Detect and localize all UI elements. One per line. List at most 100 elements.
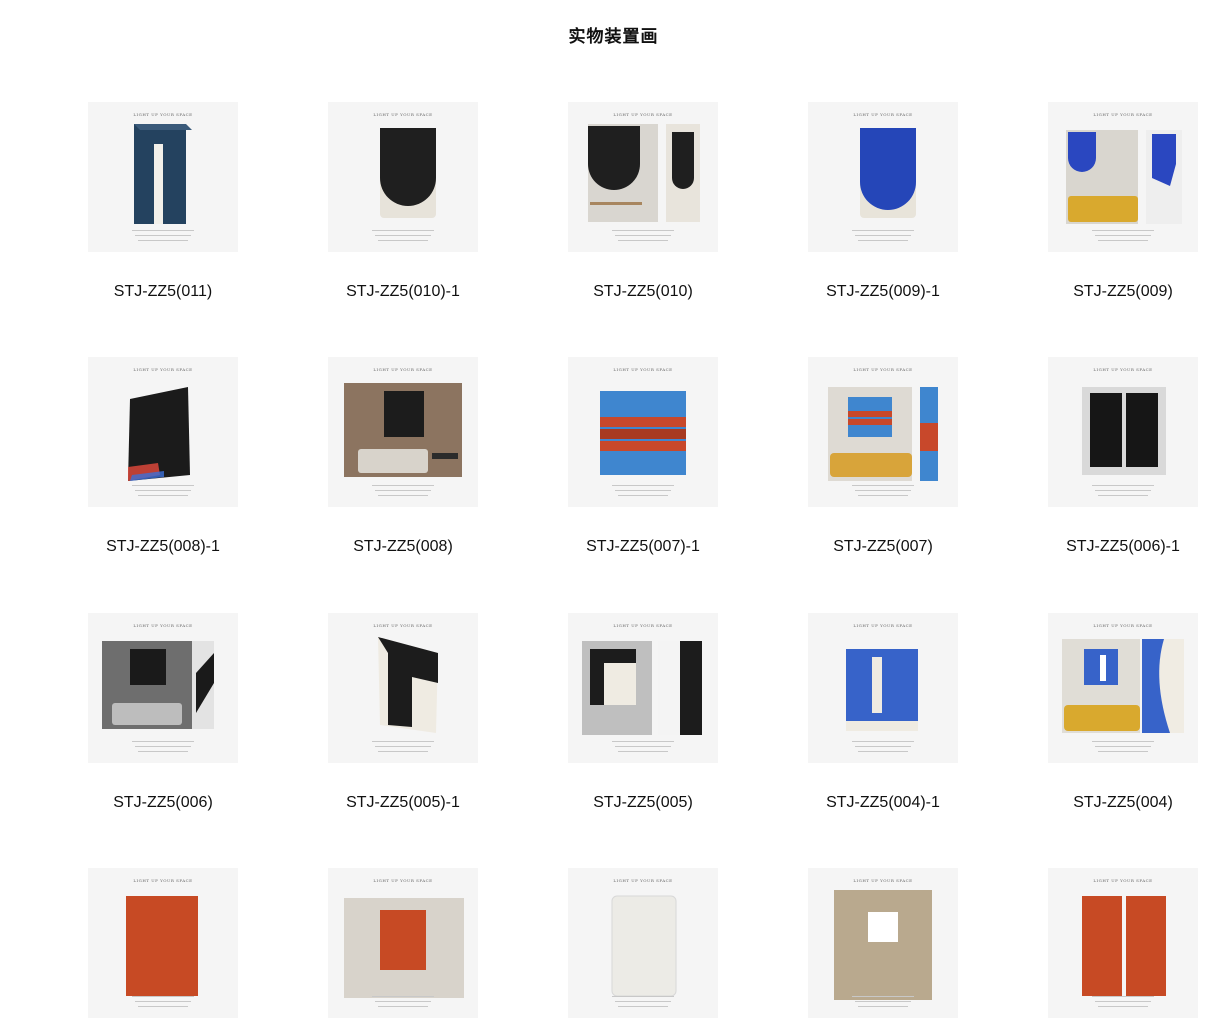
product-code-label[interactable]: STJ-ZZ5(004) [1003,794,1227,812]
product-thumbnail[interactable]: LIGHT UP YOUR SPACE [88,357,238,507]
product-code-label[interactable]: STJ-ZZ5(010) [523,283,763,301]
spec-line [378,751,428,753]
product-thumbnail[interactable]: LIGHT UP YOUR SPACE [328,102,478,252]
product-code-label[interactable]: STJ-ZZ5(005)-1 [283,794,523,812]
spec-line [852,741,914,743]
brand-tagline: LIGHT UP YOUR SPACE [373,623,433,628]
spec-line [858,751,908,753]
spec-line [1095,746,1151,748]
spec-line [855,490,911,492]
product-thumbnail[interactable]: LIGHT UP YOUR SPACE [328,357,478,507]
product-code-label[interactable]: STJ-ZZ5(004)-1 [763,794,1003,812]
product-code-label[interactable]: STJ-ZZ5(010)-1 [283,283,523,301]
spec-line [138,1006,188,1008]
product-thumbnail[interactable]: LIGHT UP YOUR SPACE [808,102,958,252]
product-thumbnail[interactable]: LIGHT UP YOUR SPACE [568,868,718,1018]
product-code-label[interactable]: STJ-ZZ5(007)-1 [523,538,763,556]
spec-line [852,485,914,487]
spec-line [1095,1001,1151,1003]
brand-tagline: LIGHT UP YOUR SPACE [133,878,193,883]
product-thumbnail[interactable]: LIGHT UP YOUR SPACE [808,613,958,763]
spec-line [618,495,668,497]
spec-line [378,495,428,497]
product-thumbnail[interactable]: LIGHT UP YOUR SPACE [568,357,718,507]
spec-line [1095,235,1151,237]
brand-tagline: LIGHT UP YOUR SPACE [1093,878,1153,883]
product-thumbnail[interactable]: LIGHT UP YOUR SPACE [808,868,958,1018]
product-thumbnail[interactable]: LIGHT UP YOUR SPACE [1048,102,1198,252]
product-code-label[interactable]: STJ-ZZ5(006) [43,794,283,812]
spec-line [615,746,671,748]
spec-line [135,746,191,748]
spec-line [855,746,911,748]
brand-tagline: LIGHT UP YOUR SPACE [1093,367,1153,372]
brand-tagline: LIGHT UP YOUR SPACE [133,367,193,372]
product-thumbnail[interactable]: LIGHT UP YOUR SPACE [88,868,238,1018]
spec-line [372,485,434,487]
product-code-label[interactable]: STJ-ZZ5(008)-1 [43,538,283,556]
brand-tagline: LIGHT UP YOUR SPACE [373,367,433,372]
brand-tagline: LIGHT UP YOUR SPACE [133,112,193,117]
product-thumbnail[interactable]: LIGHT UP YOUR SPACE [88,613,238,763]
spec-line [1098,751,1148,753]
spec-line [612,741,674,743]
spec-line [1092,230,1154,232]
spec-line [858,240,908,242]
page-title: 实物装置画 [568,27,659,46]
product-thumbnail[interactable]: LIGHT UP YOUR SPACE [808,357,958,507]
brand-tagline: LIGHT UP YOUR SPACE [613,878,673,883]
spec-line [375,1001,431,1003]
spec-line [1092,485,1154,487]
spec-line [612,230,674,232]
product-code-label[interactable]: STJ-ZZ5(009) [1003,283,1227,301]
brand-tagline: LIGHT UP YOUR SPACE [853,367,913,372]
brand-tagline: LIGHT UP YOUR SPACE [853,623,913,628]
spec-line [858,495,908,497]
spec-line [378,240,428,242]
spec-line [132,485,194,487]
spec-line [855,1001,911,1003]
brand-tagline: LIGHT UP YOUR SPACE [613,623,673,628]
brand-tagline: LIGHT UP YOUR SPACE [853,112,913,117]
spec-line [132,996,194,998]
product-code-label[interactable]: STJ-ZZ5(011) [43,283,283,301]
product-thumbnail[interactable]: LIGHT UP YOUR SPACE [568,102,718,252]
spec-line [375,490,431,492]
spec-line [852,230,914,232]
spec-line [372,741,434,743]
product-code-label[interactable]: STJ-ZZ5(007) [763,538,1003,556]
spec-line [1092,996,1154,998]
spec-line [138,495,188,497]
product-thumbnail[interactable]: LIGHT UP YOUR SPACE [1048,868,1198,1018]
product-thumbnail[interactable]: LIGHT UP YOUR SPACE [88,102,238,252]
spec-line [135,235,191,237]
spec-line [135,1001,191,1003]
spec-line [1098,1006,1148,1008]
spec-line [852,996,914,998]
spec-line [1092,741,1154,743]
spec-line [615,1001,671,1003]
spec-line [855,235,911,237]
product-code-label[interactable]: STJ-ZZ5(005) [523,794,763,812]
product-code-label[interactable]: STJ-ZZ5(009)-1 [763,283,1003,301]
spec-line [138,751,188,753]
product-thumbnail[interactable]: LIGHT UP YOUR SPACE [328,868,478,1018]
spec-line [618,1006,668,1008]
product-thumbnail[interactable]: LIGHT UP YOUR SPACE [568,613,718,763]
brand-tagline: LIGHT UP YOUR SPACE [373,878,433,883]
product-thumbnail[interactable]: LIGHT UP YOUR SPACE [1048,357,1198,507]
spec-line [135,490,191,492]
spec-line [375,235,431,237]
spec-line [1098,240,1148,242]
product-thumbnail[interactable]: LIGHT UP YOUR SPACE [328,613,478,763]
product-thumbnail[interactable]: LIGHT UP YOUR SPACE [1048,613,1198,763]
spec-line [378,1006,428,1008]
product-code-label[interactable]: STJ-ZZ5(008) [283,538,523,556]
brand-tagline: LIGHT UP YOUR SPACE [133,623,193,628]
brand-tagline: LIGHT UP YOUR SPACE [853,878,913,883]
product-code-label[interactable]: STJ-ZZ5(006)-1 [1003,538,1227,556]
spec-line [858,1006,908,1008]
spec-line [372,230,434,232]
brand-tagline: LIGHT UP YOUR SPACE [613,112,673,117]
brand-tagline: LIGHT UP YOUR SPACE [613,367,673,372]
